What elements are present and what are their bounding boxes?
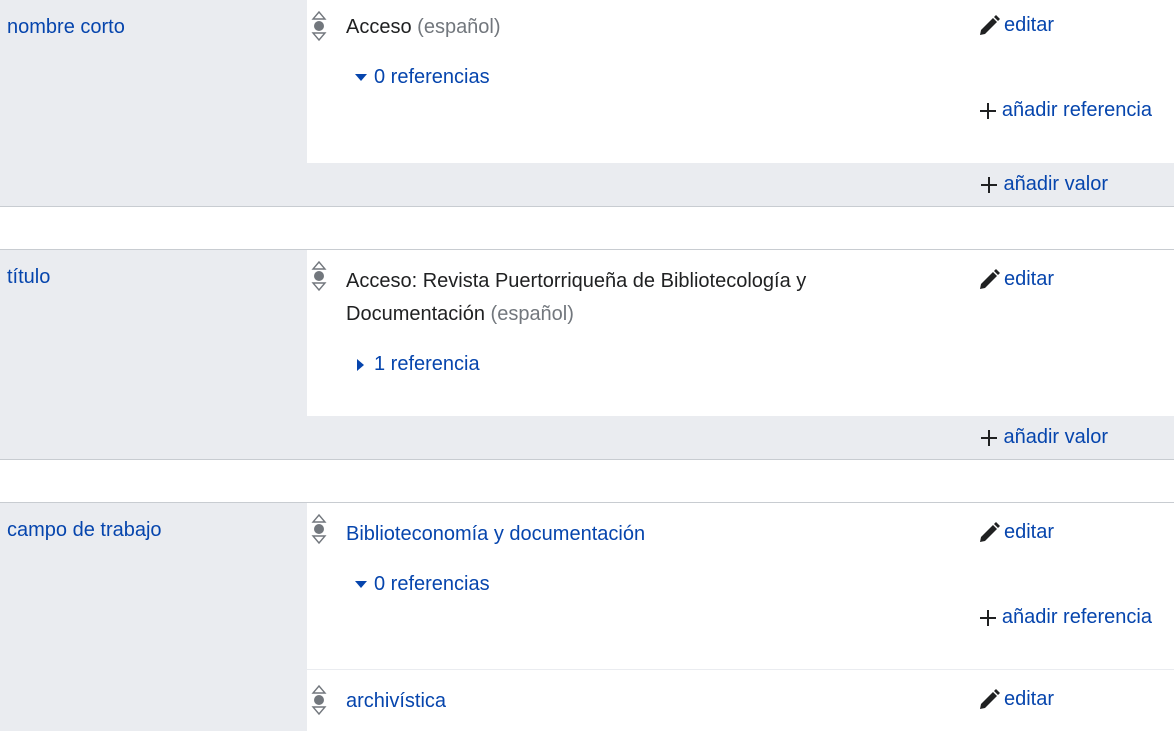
statement-group-nombre-corto: nombre corto Acceso (español) editar 0 r… [0,0,1174,207]
statement-main: Acceso: Revista Puertorriqueña de Biblio… [346,250,1174,416]
item-value-link[interactable]: Biblioteconomía y documentación [346,523,645,545]
language-tag: (español) [417,16,501,38]
statements-column: Acceso: Revista Puertorriqueña de Biblio… [307,250,1174,459]
statement: Acceso (español) editar 0 referencias añ… [307,0,1174,164]
property-label-cell: título [0,250,307,459]
item-value-link[interactable]: archivística [346,690,446,712]
edit-label: editar [1003,688,1054,711]
add-value-label[interactable]: añadir valor [1003,173,1108,196]
references-toggle[interactable]: 0 referencias [346,551,1174,596]
triangle-down-icon [354,71,368,85]
rank-selector[interactable] [307,0,346,163]
statement: Acceso: Revista Puertorriqueña de Biblio… [307,250,1174,417]
add-value-label[interactable]: añadir valor [1003,426,1108,449]
triangle-down-icon [354,578,368,592]
property-link-nombre-corto[interactable]: nombre corto [7,16,125,38]
add-value-button[interactable]: añadir valor [307,163,1174,206]
statements-column: Biblioteconomía y documentación editar 0… [307,503,1174,731]
property-link-titulo[interactable]: título [7,266,50,288]
pencil-icon [979,268,1000,289]
edit-button[interactable]: editar [978,521,1054,544]
statement-group-campo-de-trabajo: campo de trabajo Biblioteconomía y docum… [0,502,1174,731]
property-label-cell: campo de trabajo [0,503,307,731]
monolingual-text-value: Acceso [346,16,412,38]
references-count[interactable]: 1 referencia [374,353,480,376]
edit-label: editar [1003,268,1054,290]
statement-main: Biblioteconomía y documentación editar 0… [346,503,1174,669]
triangle-right-icon [354,358,368,372]
rank-selector[interactable] [307,503,346,669]
edit-button[interactable]: editar [978,14,1054,37]
pencil-icon [979,14,1000,35]
property-link-campo-de-trabajo[interactable]: campo de trabajo [7,519,162,541]
normal-rank-icon[interactable] [311,684,327,716]
references-count[interactable]: 0 referencias [374,66,490,89]
rank-selector[interactable] [307,250,346,416]
pencil-icon [979,688,1000,709]
edit-button[interactable]: editar [978,268,1054,291]
add-reference-label[interactable]: añadir referencia [1002,606,1152,629]
plus-icon [981,176,998,193]
normal-rank-icon[interactable] [311,513,327,545]
statement-main: archivística editar [346,670,1174,731]
pencil-icon [979,521,1000,542]
references-toggle[interactable]: 1 referencia [346,331,1174,376]
plus-icon [979,609,996,626]
statement-value: Biblioteconomía y documentación [346,503,846,551]
statement-main: Acceso (español) editar 0 referencias añ… [346,0,1174,163]
statements-column: Acceso (español) editar 0 referencias añ… [307,0,1174,206]
add-value-button[interactable]: añadir valor [307,416,1174,459]
normal-rank-icon[interactable] [311,260,327,292]
add-reference-label[interactable]: añadir referencia [1002,99,1152,122]
edit-label: editar [1003,14,1054,36]
references-count[interactable]: 0 referencias [374,573,490,596]
plus-icon [979,102,996,119]
statement: Biblioteconomía y documentación editar 0… [307,503,1174,670]
statement-value: Acceso (español) [346,0,846,44]
language-tag: (español) [490,303,574,325]
normal-rank-icon[interactable] [311,10,327,42]
monolingual-text-value: Acceso: Revista Puertorriqueña de Biblio… [346,270,807,325]
statement-value: archivística [346,670,846,718]
plus-icon [981,429,998,446]
statement: archivística editar [307,669,1174,731]
rank-selector[interactable] [307,670,346,731]
add-reference-button[interactable]: añadir referencia [346,596,1174,641]
statement-group-titulo: título Acceso: Revista Puertorriqueña de… [0,249,1174,460]
edit-button[interactable]: editar [978,688,1054,711]
property-label-cell: nombre corto [0,0,307,206]
edit-label: editar [1003,521,1054,543]
statement-value: Acceso: Revista Puertorriqueña de Biblio… [346,250,846,331]
add-reference-button[interactable]: añadir referencia [346,89,1174,134]
references-toggle[interactable]: 0 referencias [346,44,1174,89]
